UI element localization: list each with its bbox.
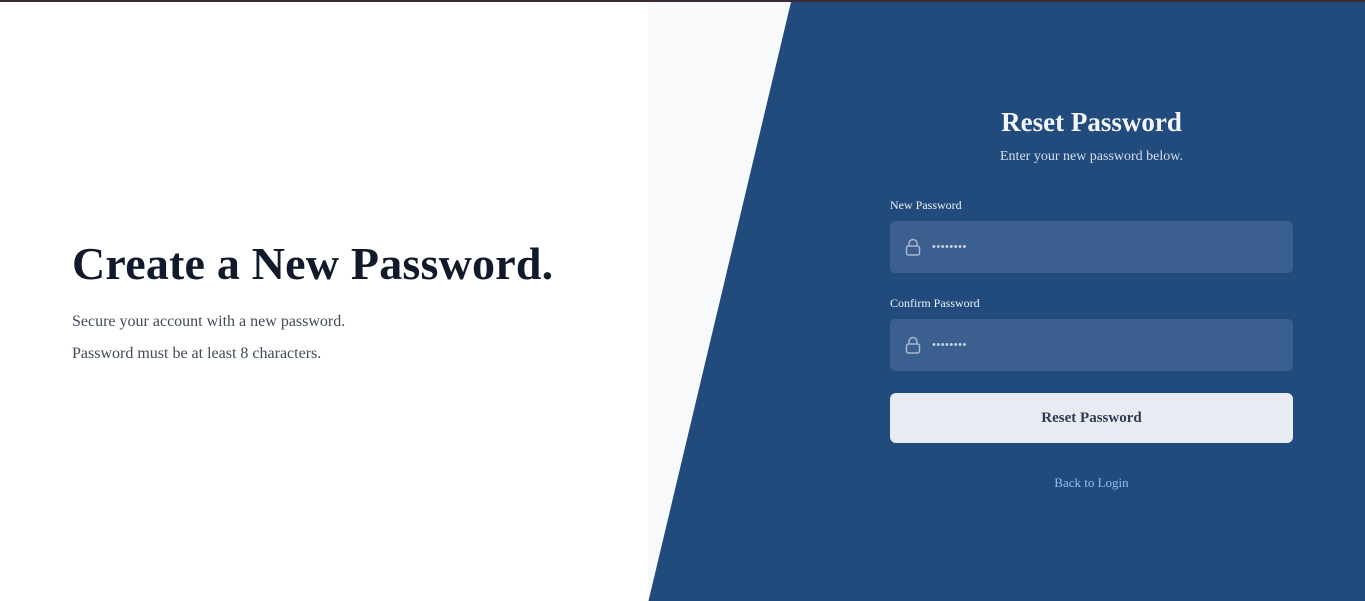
confirm-password-input[interactable] xyxy=(932,319,1282,371)
new-password-input[interactable] xyxy=(932,221,1282,273)
lock-icon xyxy=(905,336,921,354)
new-password-field[interactable] xyxy=(890,221,1293,273)
reset-password-form: Reset Password Enter your new password b… xyxy=(890,106,1293,491)
password-requirement: Password must be at least 8 characters. xyxy=(72,345,322,362)
form-subtitle: Enter your new password below. xyxy=(1000,149,1183,164)
form-title: Reset Password xyxy=(1001,107,1182,137)
reset-password-button[interactable]: Reset Password xyxy=(890,393,1293,443)
confirm-password-field[interactable] xyxy=(890,319,1293,371)
hero-description: Secure your account with a new password. xyxy=(72,313,346,330)
hero-section: Create a New Password. Secure your accou… xyxy=(72,240,632,364)
reset-password-page: Create a New Password. Secure your accou… xyxy=(0,0,1365,601)
lock-icon xyxy=(905,238,921,256)
confirm-password-label: Confirm Password xyxy=(890,296,980,310)
new-password-label: New Password xyxy=(890,198,962,212)
back-to-login-link[interactable]: Back to Login xyxy=(890,475,1293,491)
hero-heading: Create a New Password. xyxy=(72,238,554,289)
